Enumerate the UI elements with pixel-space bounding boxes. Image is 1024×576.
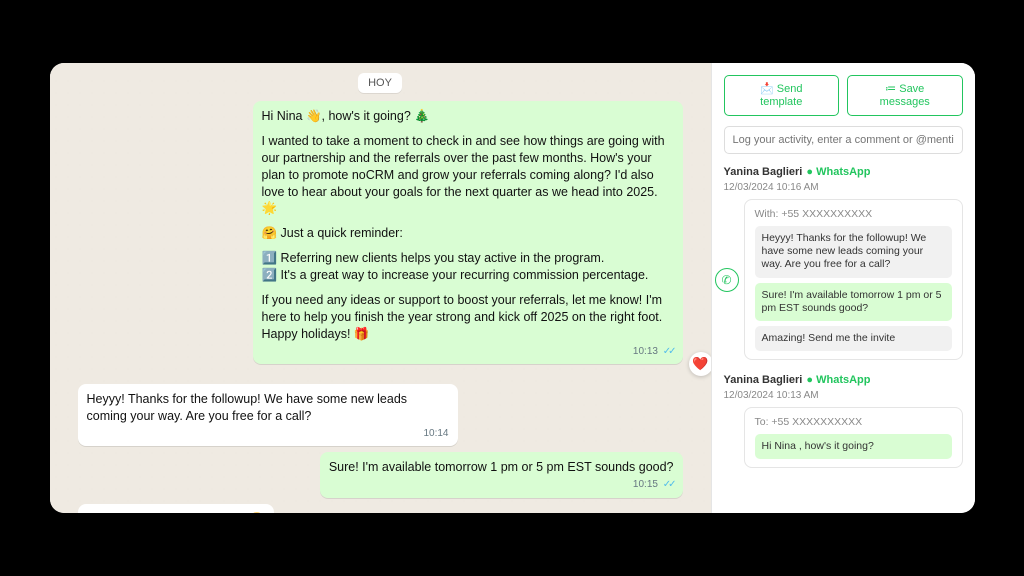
mini-bubble-out: Hi Nina , how's it going?	[755, 434, 952, 459]
message-time: 10:14	[423, 428, 448, 439]
mini-bubble-in: Amazing! Send me the invite	[755, 326, 952, 351]
author-name: Yanina Baglieri	[724, 374, 803, 386]
channel-dot-icon: ●	[806, 374, 813, 386]
message-text: Sure! I'm available tomorrow 1 pm or 5 p…	[329, 460, 674, 474]
message-meta: 10:15 ✓✓	[329, 478, 674, 492]
message-text: Amazing! Send me the invite 😎	[87, 512, 265, 513]
activity-entry: Yanina Baglieri ● WhatsApp 12/03/2024 10…	[724, 166, 963, 360]
read-ticks-icon: ✓✓	[663, 346, 674, 357]
message-text: I wanted to take a moment to check in an…	[262, 133, 674, 217]
conversation-card[interactable]: ✆ With: +55 XXXXXXXXXX Heyyy! Thanks for…	[744, 199, 963, 360]
message-text: 🤗 Just a quick reminder:	[262, 225, 674, 242]
message-text: 2️⃣ It's a great way to increase your re…	[262, 267, 674, 284]
send-template-label: 📩 Send	[760, 83, 802, 95]
save-messages-label: messages	[880, 96, 930, 108]
date-separator: HOY	[358, 73, 402, 93]
activity-entry: Yanina Baglieri ● WhatsApp 12/03/2024 10…	[724, 374, 963, 468]
channel-name: WhatsApp	[816, 166, 870, 178]
author-name: Yanina Baglieri	[724, 166, 803, 178]
message-outgoing[interactable]: Sure! I'm available tomorrow 1 pm or 5 p…	[320, 452, 683, 497]
app-window: HOY Hi Nina 👋, how's it going? 🎄 I wante…	[50, 63, 975, 513]
message-outgoing[interactable]: Hi Nina 👋, how's it going? 🎄 I wanted to…	[253, 101, 683, 364]
message-time: 10:15	[633, 479, 658, 490]
message-incoming[interactable]: Heyyy! Thanks for the followup! We have …	[78, 384, 458, 446]
message-meta: 10:13 ✓✓	[262, 345, 674, 359]
activity-input[interactable]	[724, 126, 963, 154]
channel-dot-icon: ●	[806, 166, 813, 178]
channel-label: ● WhatsApp	[806, 166, 870, 178]
read-ticks-icon: ✓✓	[663, 479, 674, 490]
mini-bubble-in: Heyyy! Thanks for the followup! We have …	[755, 226, 952, 277]
message-text: Heyyy! Thanks for the followup! We have …	[87, 392, 408, 423]
channel-label: ● WhatsApp	[806, 374, 870, 386]
channel-name: WhatsApp	[816, 374, 870, 386]
conversation-card[interactable]: To: +55 XXXXXXXXXX Hi Nina , how's it go…	[744, 407, 963, 468]
message-text: If you need any ideas or support to boos…	[262, 292, 674, 343]
send-template-label: template	[760, 96, 802, 108]
activity-header: Yanina Baglieri ● WhatsApp 12/03/2024 10…	[724, 166, 963, 193]
whatsapp-icon: ✆	[715, 268, 739, 292]
with-label: With: +55 XXXXXXXXXX	[755, 208, 952, 220]
message-meta: 10:14	[87, 427, 449, 441]
save-messages-label: ≔ Save	[885, 83, 924, 95]
entry-timestamp: 12/03/2024 10:16 AM	[724, 182, 819, 193]
crm-side-panel: 📩 Send template ≔ Save messages Yanina B…	[711, 63, 975, 513]
save-messages-button[interactable]: ≔ Save messages	[847, 75, 963, 116]
activity-header: Yanina Baglieri ● WhatsApp 12/03/2024 10…	[724, 374, 963, 401]
mini-bubble-out: Sure! I'm available tomorrow 1 pm or 5 p…	[755, 283, 952, 321]
to-label: To: +55 XXXXXXXXXX	[755, 416, 952, 428]
message-text: Hi Nina 👋, how's it going? 🎄	[262, 108, 674, 125]
panel-buttons: 📩 Send template ≔ Save messages	[724, 75, 963, 116]
reaction-heart-icon[interactable]: ❤️	[689, 352, 711, 376]
whatsapp-chat-pane: HOY Hi Nina 👋, how's it going? 🎄 I wante…	[50, 63, 711, 513]
message-incoming[interactable]: Amazing! Send me the invite 😎 Editado 10…	[78, 504, 274, 513]
send-template-button[interactable]: 📩 Send template	[724, 75, 840, 116]
entry-timestamp: 12/03/2024 10:13 AM	[724, 390, 819, 401]
message-text: 1️⃣ Referring new clients helps you stay…	[262, 250, 674, 267]
outgoing-message-wrap: Hi Nina 👋, how's it going? 🎄 I wanted to…	[253, 101, 683, 370]
message-time: 10:13	[633, 346, 658, 357]
